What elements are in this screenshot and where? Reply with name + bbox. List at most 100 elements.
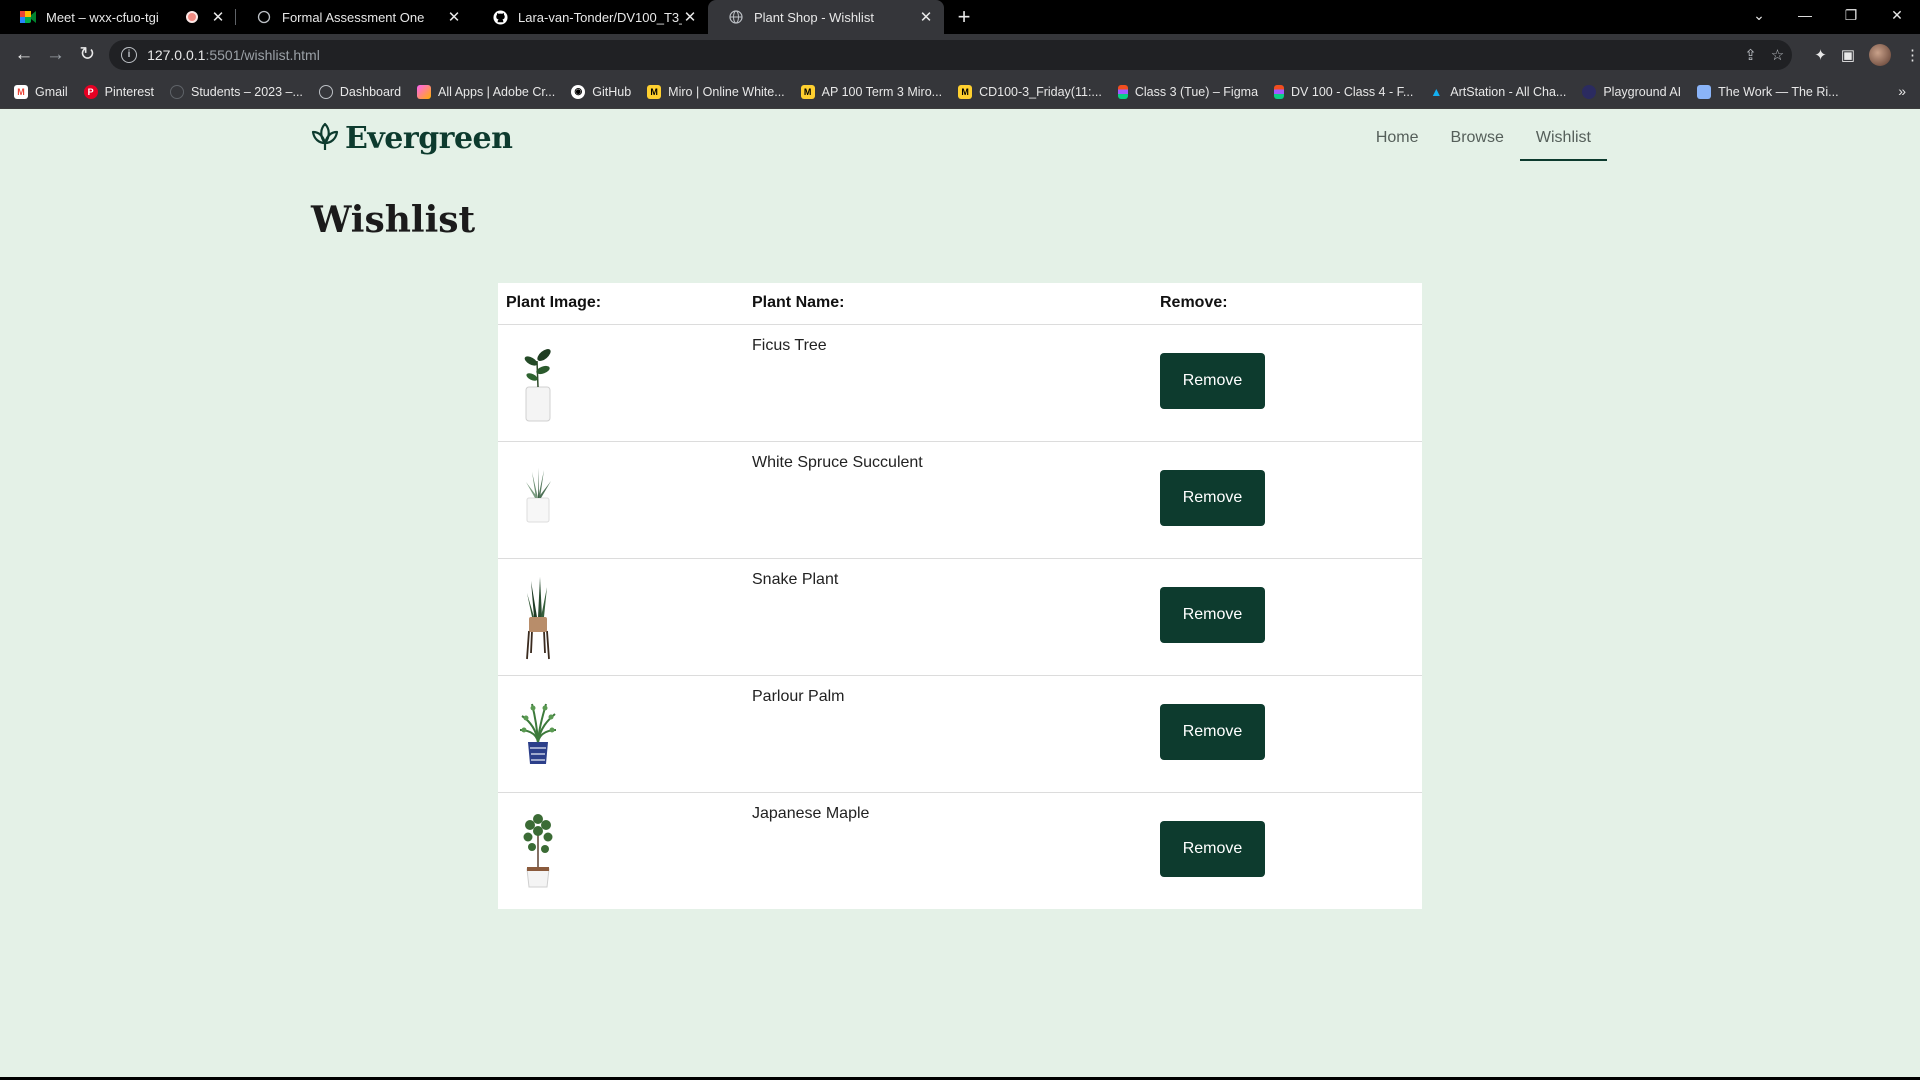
logo-text: Evergreen: [345, 121, 513, 156]
bookmark-label: Playground AI: [1603, 84, 1682, 99]
bookmark-label: DV 100 - Class 4 - F...: [1291, 84, 1414, 99]
gmail-icon: M: [14, 84, 28, 99]
tab-formal-assessment[interactable]: Formal Assessment One ✕: [236, 0, 472, 34]
bookmark-artstation[interactable]: ▲ ArtStation - All Cha...: [1429, 85, 1566, 99]
leaf-logo-icon: [311, 121, 339, 156]
tab-github[interactable]: Lara-van-Tonder/DV100_T3_Form ✕: [472, 0, 708, 34]
bookmark-label: Pinterest: [104, 84, 154, 99]
nav-wishlist[interactable]: Wishlist: [1519, 109, 1607, 161]
adobe-icon: [417, 84, 432, 99]
bookmark-figma-dv100[interactable]: DV 100 - Class 4 - F...: [1274, 84, 1414, 99]
loading-icon: [318, 84, 333, 99]
site-logo[interactable]: Evergreen: [311, 121, 513, 156]
figma-icon: [1117, 84, 1128, 99]
remove-button[interactable]: Remove: [1160, 820, 1265, 877]
close-tab-icon[interactable]: ✕: [682, 8, 698, 26]
bookmark-cd100[interactable]: M CD100-3_Friday(11:...: [958, 84, 1102, 99]
bookmark-playground[interactable]: Playground AI: [1582, 84, 1682, 99]
bookmark-label: Class 3 (Tue) – Figma: [1134, 84, 1259, 99]
site-info-icon[interactable]: i: [121, 46, 138, 63]
loading-icon: [256, 9, 272, 25]
bookmark-pinterest[interactable]: P Pinterest: [83, 84, 154, 99]
bookmark-gmail[interactable]: M Gmail: [14, 84, 68, 99]
remove-button[interactable]: Remove: [1160, 586, 1265, 643]
figma-icon: [1274, 84, 1285, 99]
close-tab-icon[interactable]: ✕: [918, 8, 934, 26]
bookmark-students[interactable]: Students – 2023 –...: [170, 84, 303, 99]
bookmark-adobe[interactable]: All Apps | Adobe Cr...: [417, 84, 556, 99]
restore-icon[interactable]: ❐: [1828, 0, 1874, 30]
github-icon: ◉: [571, 84, 586, 99]
url-host: 127.0.0.1: [147, 46, 206, 63]
tab-search-icon[interactable]: ⌄: [1736, 0, 1782, 30]
tab-title: Lara-van-Tonder/DV100_T3_Form: [518, 9, 682, 25]
close-window-icon[interactable]: ✕: [1874, 0, 1920, 30]
plant-name: White Spruce Succulent: [752, 453, 923, 471]
globe-icon: [728, 9, 744, 25]
bookmark-star-icon[interactable]: ☆: [1771, 46, 1784, 64]
recording-icon: [186, 11, 198, 23]
snake-plant-image: [526, 576, 550, 659]
share-icon[interactable]: ⇪: [1744, 46, 1757, 64]
remove-button[interactable]: Remove: [1160, 703, 1265, 760]
bookmark-label: CD100-3_Friday(11:...: [979, 84, 1102, 99]
window-controls: ⌄ — ❐ ✕: [1736, 0, 1920, 30]
profile-avatar[interactable]: [1869, 43, 1892, 66]
forward-icon[interactable]: →: [40, 39, 72, 71]
japanese-maple-image: [523, 813, 553, 887]
tab-title: Meet – wxx-cfuo-tgi: [46, 9, 159, 25]
column-header-image: Plant Image:: [498, 283, 744, 325]
new-tab-button[interactable]: +: [944, 0, 984, 34]
remove-button[interactable]: Remove: [1160, 352, 1265, 409]
back-icon[interactable]: ←: [8, 39, 40, 71]
playground-icon: [1582, 84, 1597, 99]
miro-icon: M: [800, 84, 815, 99]
browser-tab-strip: Meet – wxx-cfuo-tgi ✕ Formal Assessment …: [0, 0, 1920, 34]
bookmark-the-work[interactable]: The Work — The Ri...: [1697, 84, 1839, 99]
bookmark-label: Students – 2023 –...: [191, 84, 303, 99]
more-bookmarks-icon[interactable]: »: [1898, 83, 1906, 99]
main-nav: Home Browse Wishlist: [1360, 109, 1607, 161]
tab-plant-shop[interactable]: Plant Shop - Wishlist ✕: [708, 0, 944, 34]
bookmark-miro[interactable]: M Miro | Online White...: [647, 84, 785, 99]
address-bar[interactable]: i 127.0.0.1:5501/wishlist.html ⇪ ☆: [109, 39, 1793, 70]
minimize-icon[interactable]: —: [1782, 0, 1828, 30]
tab-title: Formal Assessment One: [282, 9, 425, 25]
column-header-remove: Remove:: [1152, 283, 1422, 325]
bookmark-github[interactable]: ◉ GitHub: [571, 84, 632, 99]
meet-icon: [20, 9, 36, 25]
nav-home[interactable]: Home: [1360, 109, 1435, 161]
reload-icon[interactable]: ↻: [71, 39, 103, 71]
bookmark-figma-class3[interactable]: Class 3 (Tue) – Figma: [1117, 84, 1259, 99]
bookmark-label: Gmail: [35, 84, 68, 99]
ficus-tree-image: [524, 348, 551, 421]
bookmark-label: All Apps | Adobe Cr...: [438, 84, 556, 99]
side-panel-icon[interactable]: ▣: [1841, 46, 1855, 64]
menu-icon[interactable]: ⋮: [1905, 46, 1920, 64]
extensions-icon[interactable]: ✦: [1814, 46, 1827, 64]
bookmark-dashboard[interactable]: Dashboard: [318, 84, 402, 99]
bookmark-ap100[interactable]: M AP 100 Term 3 Miro...: [800, 84, 942, 99]
tab-meet[interactable]: Meet – wxx-cfuo-tgi ✕: [0, 0, 236, 34]
browser-toolbar: ← → ↻ i 127.0.0.1:5501/wishlist.html ⇪ ☆…: [0, 34, 1920, 75]
bookmark-label: Miro | Online White...: [668, 84, 785, 99]
artstation-icon: ▲: [1430, 84, 1443, 99]
remove-button[interactable]: Remove: [1160, 469, 1265, 526]
github-icon: [492, 9, 508, 25]
bookmark-label: GitHub: [592, 84, 632, 99]
table-row: Parlour Palm Remove: [498, 675, 1422, 793]
plant-name: Snake Plant: [752, 570, 839, 588]
parlour-palm-image: [519, 703, 557, 764]
column-header-name: Plant Name:: [744, 283, 1152, 325]
pinterest-icon: P: [83, 84, 98, 99]
bookmark-label: Dashboard: [339, 84, 402, 99]
site-header: Evergreen Home Browse Wishlist: [311, 109, 1607, 169]
table-row: Ficus Tree Remove: [498, 324, 1422, 442]
close-tab-icon[interactable]: ✕: [446, 8, 462, 26]
table-row: Snake Plant Remove: [498, 558, 1422, 676]
page-content: Evergreen Home Browse Wishlist Wishlist …: [0, 109, 1920, 1077]
nav-browse[interactable]: Browse: [1435, 109, 1520, 161]
table-header-row: Plant Image: Plant Name: Remove:: [498, 283, 1422, 325]
close-tab-icon[interactable]: ✕: [210, 8, 226, 26]
table-row: Japanese Maple Remove: [498, 792, 1422, 909]
